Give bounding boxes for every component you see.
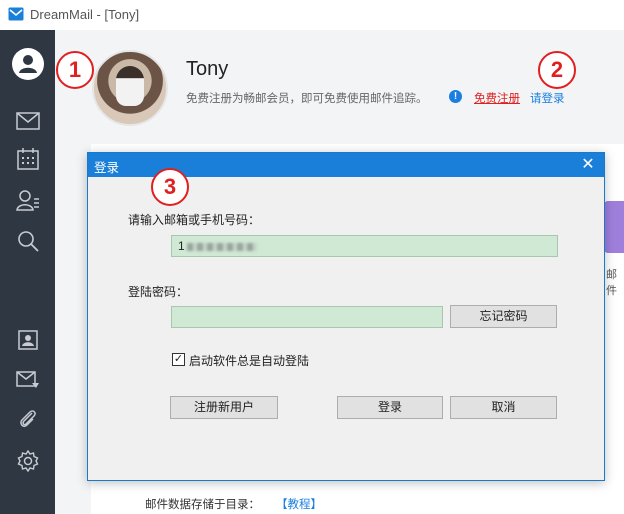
mail-filter-icon — [15, 371, 39, 388]
purple-tile-label: 邮件 — [606, 269, 617, 297]
sidebar-item-mail[interactable] — [0, 104, 55, 138]
login-link[interactable]: 请登录 — [530, 90, 565, 106]
calendar-icon — [16, 148, 39, 170]
password-input[interactable] — [171, 306, 443, 328]
account-label: 请输入邮箱或手机号码： — [128, 213, 261, 227]
promo-text: 免费注册为畅邮会员，即可免费使用邮件追踪。 — [186, 93, 428, 105]
settings-icon — [17, 450, 38, 472]
dreammail-logo-icon — [8, 7, 24, 21]
sidebar-item-contacts[interactable] — [0, 183, 55, 217]
sidebar-item-mail-filter[interactable] — [0, 364, 55, 398]
auto-login-checkbox[interactable]: ✓ — [172, 353, 185, 366]
register-link[interactable]: 免费注册 — [474, 90, 520, 106]
dialog-title: 登录 — [94, 161, 120, 175]
sidebar-item-calendar[interactable] — [0, 142, 55, 176]
search-icon — [17, 231, 39, 252]
profile-name: Tony — [186, 58, 229, 80]
sidebar-item-address-book[interactable] — [0, 323, 55, 357]
annotation-badge-2: 2 — [538, 51, 576, 89]
close-icon[interactable]: ✕ — [578, 155, 598, 175]
annotation-badge-3: 3 — [151, 168, 189, 206]
auto-login-label: 启动软件总是自动登陆 — [189, 354, 310, 368]
login-button[interactable]: 登录 — [337, 396, 443, 419]
avatar[interactable] — [92, 50, 168, 126]
annotation-badge-1: 1 — [56, 51, 94, 89]
account-input[interactable]: 1 — [171, 235, 558, 257]
sidebar-item-search[interactable] — [0, 224, 55, 258]
dog-photo — [116, 66, 144, 106]
tutorial-link[interactable]: 【教程】 — [276, 496, 322, 512]
sidebar — [0, 30, 55, 514]
contacts-icon — [15, 190, 39, 211]
address-book-icon — [17, 330, 38, 350]
redacted-text — [186, 242, 257, 251]
mail-icon — [15, 112, 40, 130]
password-label: 登陆密码： — [128, 285, 189, 299]
account-value: 1 — [178, 239, 185, 253]
forgot-password-button[interactable]: 忘记密码 — [450, 305, 557, 328]
sidebar-item-attachments[interactable] — [0, 402, 55, 436]
sidebar-item-settings[interactable] — [0, 444, 55, 478]
window-title: DreamMail - [Tony] — [30, 7, 140, 22]
info-icon: ! — [449, 90, 462, 103]
user-icon — [11, 48, 44, 80]
cancel-button[interactable]: 取消 — [450, 396, 557, 419]
sidebar-item-account[interactable] — [0, 46, 55, 82]
register-user-button[interactable]: 注册新用户 — [170, 396, 278, 419]
attachment-icon — [19, 410, 36, 428]
storage-label: 邮件数据存储于目录： — [145, 499, 260, 511]
title-bar: DreamMail - [Tony] — [0, 0, 624, 30]
purple-tile[interactable] — [604, 201, 624, 253]
